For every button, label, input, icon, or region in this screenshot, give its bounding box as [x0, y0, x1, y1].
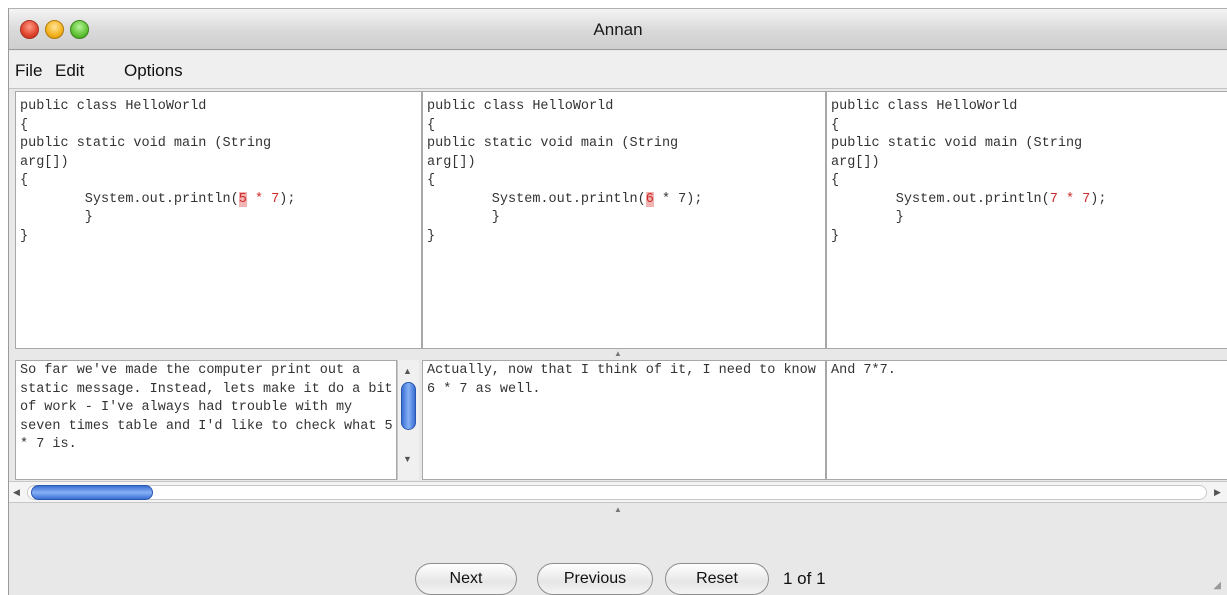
window-title: Annan	[593, 20, 643, 39]
code-line: {	[427, 173, 436, 188]
scroll-right-icon[interactable]: ▶	[1214, 487, 1221, 498]
split-pane-divider[interactable]: ▲	[9, 505, 1227, 515]
menu-file[interactable]: File	[15, 61, 42, 81]
code-line: {	[20, 117, 29, 133]
next-button[interactable]: Next	[415, 563, 517, 595]
code-line: {	[831, 173, 840, 188]
split-pane-divider[interactable]: ▲	[9, 349, 1227, 359]
code-line: }	[831, 228, 840, 244]
scroll-up-icon[interactable]: ▲	[403, 366, 412, 376]
code-line: }	[20, 228, 29, 244]
code-line: }	[427, 210, 500, 225]
code-line: arg[])	[831, 154, 880, 170]
minimize-button-icon[interactable]	[45, 20, 64, 39]
highlighted-operator: * 7	[246, 191, 280, 207]
code-editor-3[interactable]: public class HelloWorld { public static …	[826, 91, 1227, 349]
scroll-left-icon[interactable]: ◀	[13, 487, 20, 498]
code-line: public class HelloWorld	[831, 99, 1018, 114]
scroll-down-icon[interactable]: ▼	[403, 454, 412, 464]
description-text-3[interactable]: And 7*7.	[826, 360, 1227, 480]
code-line: {	[20, 173, 29, 188]
code-line: public class HelloWorld	[427, 99, 614, 114]
code-line: arg[])	[427, 154, 476, 170]
code-line: arg[])	[20, 154, 69, 170]
split-arrow-icon: ▲	[614, 349, 622, 358]
scroll-thumb[interactable]	[31, 485, 153, 500]
scroll-track[interactable]	[27, 485, 1207, 500]
description-text-2[interactable]: Actually, now that I think of it, I need…	[422, 360, 826, 480]
code-line: public static void main (String	[427, 136, 679, 151]
highlighted-number: 7	[1049, 191, 1058, 207]
highlighted-number: 6	[645, 191, 654, 207]
code-print-suffix: );	[686, 191, 703, 207]
menu-options[interactable]: Options	[124, 61, 183, 81]
code-line: }	[831, 210, 904, 225]
vertical-scrollbar[interactable]: ▲ ▼	[397, 360, 419, 480]
menu-bar: File Edit Options	[9, 51, 1227, 89]
menu-edit[interactable]: Edit	[55, 61, 84, 81]
reset-button[interactable]: Reset	[665, 563, 769, 595]
split-arrow-icon: ▲	[614, 505, 622, 514]
code-line: {	[427, 117, 436, 133]
highlighted-number: 5	[238, 191, 247, 207]
code-line: }	[20, 210, 93, 225]
code-line: public static void main (String	[20, 136, 272, 151]
resize-grip-icon[interactable]: ◢	[1213, 580, 1221, 591]
title-bar[interactable]: Annan	[9, 9, 1227, 50]
code-print-suffix: );	[1090, 191, 1107, 207]
code-editor-2[interactable]: public class HelloWorld { public static …	[422, 91, 826, 349]
code-line: public class HelloWorld	[20, 99, 207, 114]
page-indicator: 1 of 1	[783, 569, 826, 588]
close-button-icon[interactable]	[20, 20, 39, 39]
code-print-prefix: System.out.println(	[831, 191, 1050, 207]
code-print-prefix: System.out.println(	[427, 191, 646, 207]
description-text-1[interactable]: So far we've made the computer print out…	[15, 360, 397, 480]
previous-button[interactable]: Previous	[537, 563, 653, 595]
zoom-button-icon[interactable]	[70, 20, 89, 39]
scroll-thumb[interactable]	[401, 382, 416, 430]
code-line: public static void main (String	[831, 136, 1083, 151]
code-print-suffix: );	[279, 191, 296, 207]
horizontal-scrollbar[interactable]: ◀ ▶	[9, 481, 1227, 503]
highlighted-operator: * 7	[1057, 191, 1091, 207]
code-editor-1[interactable]: public class HelloWorld { public static …	[15, 91, 422, 349]
code-operator: * 7	[653, 191, 687, 207]
code-line: {	[831, 117, 840, 133]
code-line: }	[427, 228, 436, 244]
app-window: Annan File Edit Options public class Hel…	[8, 8, 1227, 595]
code-print-prefix: System.out.println(	[20, 191, 239, 207]
